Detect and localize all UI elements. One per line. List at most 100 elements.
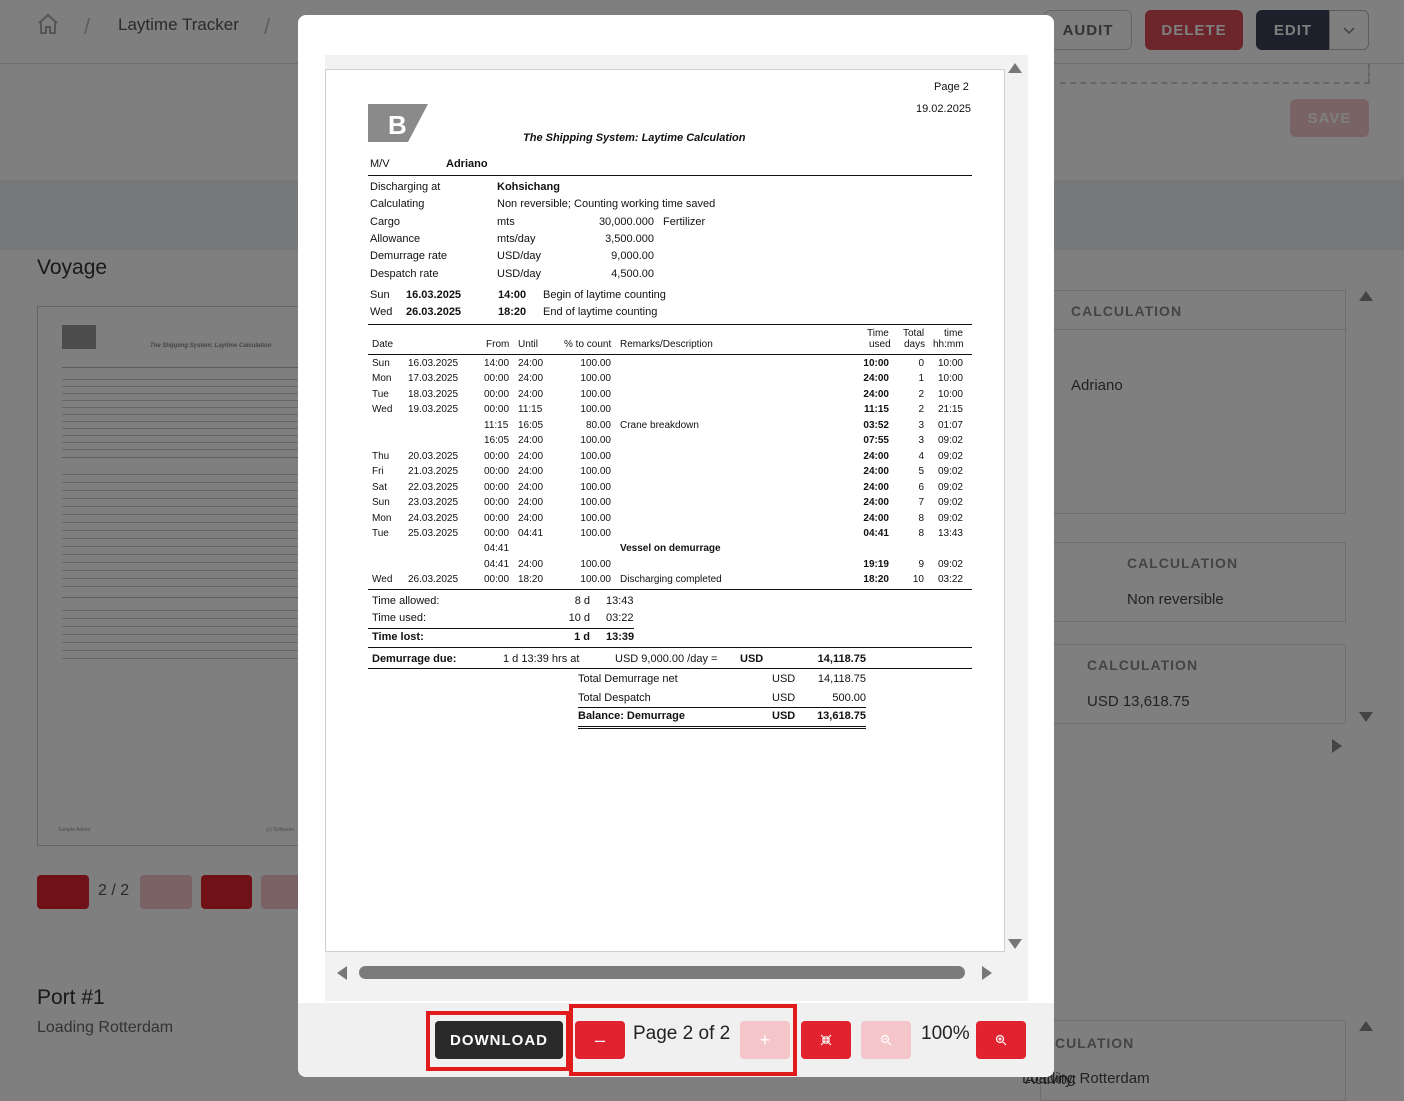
company-logo: B — [368, 104, 428, 142]
col-total: Total — [903, 328, 925, 339]
demurrage-currency: USD — [740, 653, 764, 665]
row-hhmm: 09:02 — [937, 435, 963, 447]
time-allowed-days: 8 d — [574, 595, 590, 607]
row-remarks: Crane breakdown — [620, 419, 699, 431]
row-pct: 100.00 — [580, 481, 611, 493]
time-used-time: 03:22 — [606, 612, 634, 624]
row-hhmm: 09:02 — [937, 450, 963, 462]
vessel-name: Adriano — [446, 158, 488, 170]
scroll-down-icon[interactable] — [1008, 939, 1022, 949]
pdf-viewer[interactable]: Page 2 19.02.2025 B The Shipping System:… — [325, 55, 1028, 1001]
row-from: 04:41 — [484, 543, 510, 555]
laytime-day: Wed — [370, 306, 393, 318]
highlight-pagination — [569, 1004, 797, 1076]
row-hhmm: 03:22 — [937, 574, 963, 586]
col-time-used-2: used — [869, 339, 891, 350]
info-value: Non reversible; Counting working time sa… — [497, 198, 716, 211]
row-pct: 80.00 — [585, 419, 611, 431]
row-hhmm: 09:02 — [937, 481, 963, 493]
row-until: 24:00 — [518, 450, 544, 462]
rule — [368, 175, 972, 176]
highlight-download — [426, 1011, 570, 1071]
info-amount: 4,500.00 — [611, 267, 654, 280]
zoom-in-button[interactable] — [976, 1021, 1026, 1059]
row-time-used: 03:52 — [863, 419, 889, 431]
row-pct: 100.00 — [580, 466, 611, 478]
row-until: 24:00 — [518, 558, 544, 570]
total-label: Total Demurrage net — [578, 673, 678, 685]
info-label: Demurrage rate — [370, 250, 448, 263]
row-pct: 100.00 — [580, 558, 611, 570]
laytime-time: 14:00 — [498, 289, 527, 301]
row-hhmm: 09:02 — [937, 512, 963, 524]
time-used-label: Time used: — [372, 612, 427, 624]
row-until: 24:00 — [518, 497, 544, 509]
col-date: Date — [372, 339, 394, 350]
rule — [368, 589, 972, 590]
row-date: 21.03.2025 — [408, 466, 459, 478]
col-remarks: Remarks/Description — [620, 339, 713, 350]
total-currency: USD — [772, 673, 796, 685]
row-pct: 100.00 — [580, 527, 611, 539]
info-unit: USD/day — [497, 250, 542, 263]
total-label: Balance: Demurrage — [578, 710, 685, 722]
fit-page-button[interactable] — [801, 1021, 851, 1059]
zoom-out-button[interactable] — [861, 1021, 911, 1059]
demurrage-calc: 1 d 13:39 hrs at — [503, 653, 580, 665]
rule — [368, 668, 972, 669]
col-hhmm-2: hh:mm — [933, 339, 964, 350]
row-time-used: 19:19 — [863, 558, 889, 570]
row-day: Tue — [372, 388, 389, 400]
info-label: Calculating — [370, 198, 425, 211]
time-allowed-label: Time allowed: — [372, 595, 440, 607]
col-total-2: days — [904, 339, 926, 350]
row-time-used: 24:00 — [863, 388, 889, 400]
row-from: 00:00 — [484, 574, 510, 586]
col-until: Until — [518, 339, 539, 350]
row-from: 00:00 — [484, 388, 510, 400]
shrink-icon — [820, 1034, 832, 1046]
scroll-left-icon[interactable] — [337, 966, 347, 980]
laytime-date: 26.03.2025 — [406, 306, 462, 318]
row-date: 26.03.2025 — [408, 574, 459, 586]
laytime-time: 18:20 — [498, 306, 527, 318]
row-time-used: 07:55 — [863, 435, 889, 447]
horizontal-scrollbar[interactable] — [359, 966, 965, 979]
col-pct: % to count — [564, 339, 612, 350]
rule — [578, 726, 866, 727]
info-extra: Fertilizer — [663, 215, 706, 228]
document-date: 19.02.2025 — [916, 103, 972, 115]
row-from: 00:00 — [484, 527, 510, 539]
scroll-up-icon[interactable] — [1008, 63, 1022, 73]
time-lost-time: 13:39 — [606, 631, 635, 643]
row-pct: 100.00 — [580, 435, 611, 447]
scroll-right-icon[interactable] — [982, 966, 992, 980]
info-label: Cargo — [370, 215, 400, 228]
row-until: 24:00 — [518, 512, 544, 524]
row-until: 24:00 — [518, 435, 544, 447]
col-time-used: Time — [867, 328, 889, 339]
row-time-used: 24:00 — [863, 373, 889, 385]
info-amount: 30,000.000 — [598, 215, 654, 228]
row-total-days: 10 — [912, 574, 924, 586]
info-value: Kohsichang — [497, 181, 560, 193]
row-pct: 100.00 — [580, 512, 611, 524]
row-from: 00:00 — [484, 512, 510, 524]
row-until: 24:00 — [518, 481, 544, 493]
row-date: 22.03.2025 — [408, 481, 459, 493]
vessel-label: M/V — [370, 158, 390, 170]
row-hhmm: 09:02 — [937, 558, 963, 570]
row-hhmm: 10:00 — [937, 373, 963, 385]
row-date: 25.03.2025 — [408, 527, 459, 539]
row-hhmm: 10:00 — [937, 388, 963, 400]
row-time-used: 24:00 — [863, 497, 889, 509]
row-day: Tue — [372, 527, 389, 539]
row-pct: 100.00 — [580, 450, 611, 462]
row-day: Sun — [372, 358, 390, 369]
zoom-level: 100% — [921, 1023, 970, 1044]
row-time-used: 24:00 — [863, 450, 889, 462]
row-time-used: 04:41 — [863, 527, 889, 539]
row-pct: 100.00 — [580, 404, 611, 416]
zoom-in-icon — [995, 1034, 1007, 1046]
total-currency: USD — [772, 710, 796, 722]
